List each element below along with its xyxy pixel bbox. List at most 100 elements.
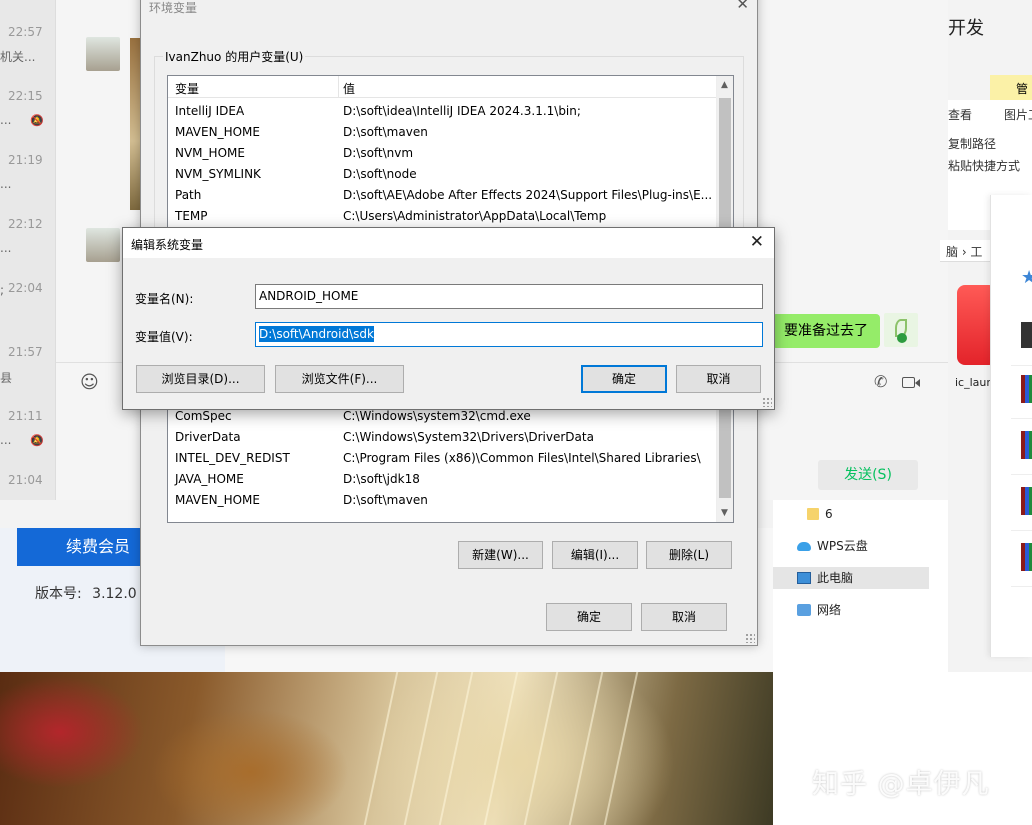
chat-bubble[interactable]: 要准备过去了 [772,314,880,348]
scroll-thumb[interactable] [719,398,731,498]
column-header-value[interactable]: 值 [343,80,355,97]
browse-directory-button[interactable]: 浏览目录(D)... [136,365,265,393]
chat-list-strip: 22:57 机关... 22:15 ... 🔕 21:19 ... 22:12 … [0,0,56,500]
delete-button[interactable]: 删除(L) [646,541,732,569]
chat-snippet: 机关... [0,50,36,64]
ribbon-view[interactable]: 查看 [948,106,972,123]
nav-item-this-pc[interactable]: 此电脑 [773,567,929,589]
resize-grip[interactable] [762,397,772,407]
image-thumbnail-icon[interactable] [1021,322,1032,348]
nav-label: 此电脑 [817,571,854,585]
chat-snippet: ; [0,283,5,297]
cancel-button[interactable]: 取消 [641,603,727,631]
mute-icon: 🔕 [30,114,44,127]
network-icon [797,604,811,616]
dialog-title: 环境变量 [149,1,198,15]
computer-icon [797,572,811,584]
user-vars-label: IvanZhuo 的用户变量(U) [163,48,306,65]
avatar[interactable] [86,37,120,71]
column-header-name[interactable]: 变量 [175,80,199,97]
watermark: 知乎 @卓伊凡 [812,769,990,800]
send-button[interactable]: 发送(S) [818,460,918,490]
chat-snippet: 县 [0,371,13,385]
table-row[interactable]: TEMP C:\Users\Administrator\AppData\Local… [168,206,716,227]
ribbon-paste-shortcut[interactable]: 粘贴快捷方式 [948,157,1020,174]
winrar-icon[interactable] [1021,431,1032,459]
user-vars-list[interactable]: 变量 值 IntelliJ IDEA D:\soft\idea\IntelliJ … [167,75,734,232]
scroll-down-icon[interactable]: ▼ [721,508,728,518]
winrar-icon[interactable] [1021,375,1032,403]
table-row[interactable]: MAVEN_HOME D:\soft\maven [168,122,716,143]
variable-name-label: 变量名(N): [135,292,194,306]
nav-item-folder-6[interactable]: 6 [773,503,929,525]
nav-item-network[interactable]: 网络 [773,599,929,621]
folder-icon [807,508,819,520]
winrar-icon[interactable] [1021,487,1032,515]
cancel-button[interactable]: 取消 [676,365,761,393]
chat-snippet: ... [0,177,12,191]
table-row[interactable]: DriverData C:\Windows\System32\Drivers\Dr… [168,427,716,448]
my-avatar[interactable] [884,313,918,347]
variable-value-input[interactable]: D:\soft\Android\sdk [255,322,763,347]
variable-name-input[interactable]: ANDROID_HOME [255,284,763,309]
breadcrumb: 脑 › 工 [946,245,983,259]
chat-time: 22:15 [8,89,43,103]
avatar[interactable] [86,228,120,262]
chat-snippet: ... [0,433,12,447]
cloud-icon [797,542,811,551]
background-photo [0,672,773,825]
emoji-icon[interactable]: ☺ [80,372,99,393]
chat-time: 21:57 [8,345,43,359]
video-call-icon[interactable] [902,377,920,388]
star-icon[interactable]: ★ [1021,267,1032,288]
scrollbar[interactable]: ▼ [716,398,733,522]
phone-icon[interactable]: ✆ [874,372,887,391]
scroll-up-icon[interactable]: ▲ [721,80,728,90]
resize-grip[interactable] [745,633,755,643]
scroll-thumb[interactable] [719,98,731,228]
selected-text: D:\soft\Android\sdk [259,326,374,342]
scrollbar[interactable]: ▲ [716,76,733,231]
system-vars-list[interactable]: ComSpec C:\Windows\system32\cmd.exe Drive… [167,397,734,523]
table-row[interactable]: MAVEN_HOME D:\soft\maven [168,490,716,511]
winrar-icon[interactable] [1021,543,1032,571]
background-panel [773,672,1032,825]
input-value: ANDROID_HOME [259,289,359,303]
tab-manage[interactable]: 管理 [990,75,1032,100]
chat-time: 21:19 [8,153,43,167]
close-icon[interactable]: ✕ [750,232,764,252]
explorer-nav-pane: 6 WPS云盘 此电脑 网络 [773,500,948,672]
table-row[interactable]: Path D:\soft\AE\Adobe After Effects 2024\… [168,185,716,206]
version-label: 版本号: [35,586,82,602]
version-info: 版本号: 3.12.0 [35,583,137,603]
mute-icon: 🔕 [30,434,44,447]
chat-time: 22:12 [8,217,43,231]
nav-label: 6 [825,507,833,521]
new-button[interactable]: 新建(W)... [458,541,543,569]
edit-system-variable-dialog: 编辑系统变量 ✕ 变量名(N): ANDROID_HOME 变量值(V): D:… [122,227,775,410]
close-icon[interactable]: ✕ [736,0,749,13]
chat-time: 22:57 [8,25,43,39]
table-row[interactable]: NVM_HOME D:\soft\nvm [168,143,716,164]
file-list-panel: ★ [990,195,1032,657]
chat-time: 21:11 [8,409,43,423]
table-row[interactable]: NVM_SYMLINK D:\soft\node [168,164,716,185]
title-bar[interactable]: 编辑系统变量 ✕ [123,228,774,258]
nav-label: WPS云盘 [817,539,868,553]
nav-label: 网络 [817,603,842,617]
version-value: 3.12.0 [92,586,137,602]
ribbon-picture-tools[interactable]: 图片工 [1004,106,1032,123]
table-row[interactable]: INTEL_DEV_REDIST C:\Program Files (x86)\C… [168,448,716,469]
edit-button[interactable]: 编辑(I)... [552,541,638,569]
ok-button[interactable]: 确定 [546,603,632,631]
table-row[interactable]: IntelliJ IDEA D:\soft\idea\IntelliJ IDEA … [168,101,716,122]
dialog-title: 编辑系统变量 [131,238,204,252]
table-row[interactable]: JAVA_HOME D:\soft\jdk18 [168,469,716,490]
chat-snippet: ... [0,241,12,255]
chat-time: 22:04 [8,281,43,295]
ok-button[interactable]: 确定 [581,365,667,393]
browse-file-button[interactable]: 浏览文件(F)... [275,365,404,393]
nav-item-wps-cloud[interactable]: WPS云盘 [773,535,929,557]
ribbon-copy-path[interactable]: 复制路径 [948,135,996,152]
file-label[interactable]: ic_laun [955,376,993,389]
